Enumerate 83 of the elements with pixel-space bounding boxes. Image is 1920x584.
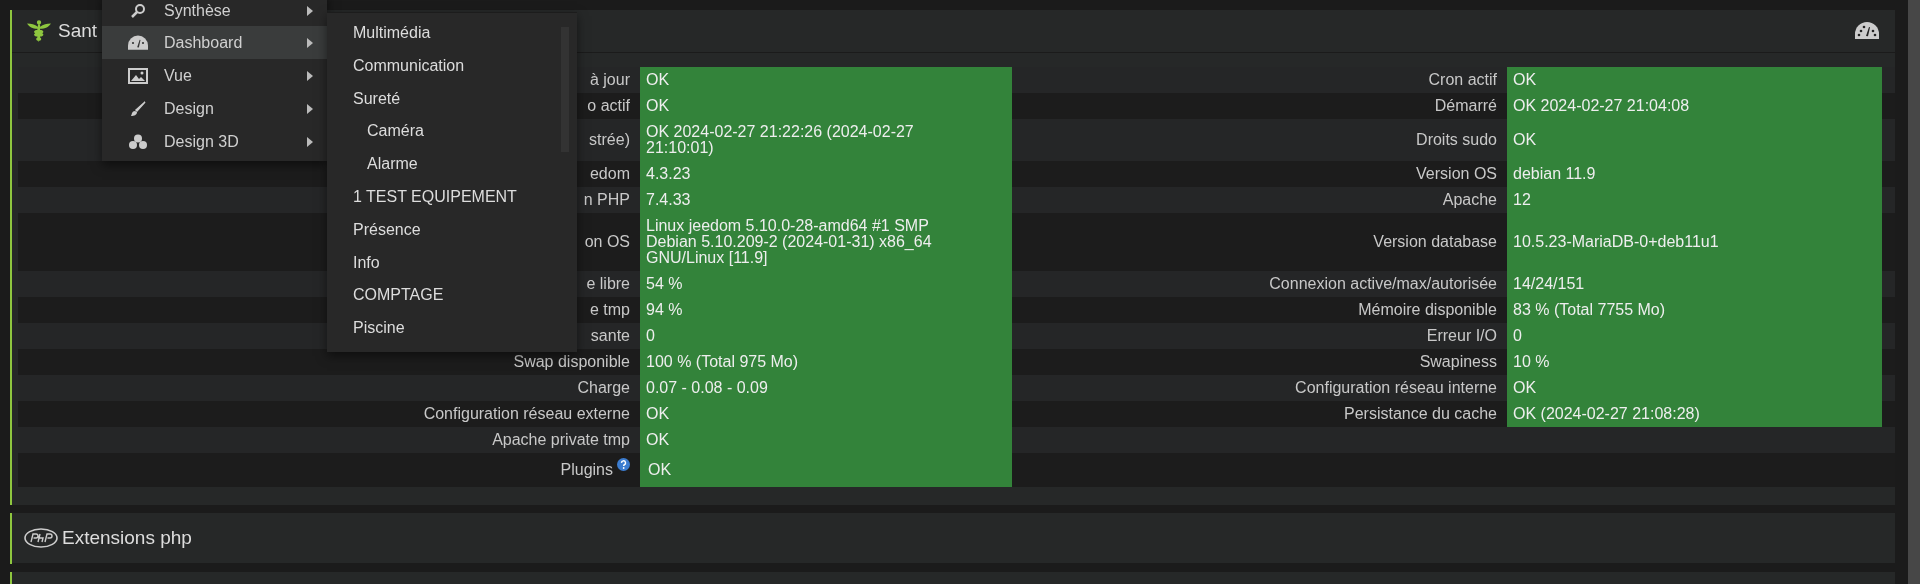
status-value: Linux jeedom 5.10.0-28-amd64 #1 SMP Debian 5.10.209-2 (2024-01-31) x86_64 GNU/Linux [11.9] xyxy=(640,213,1012,271)
row-label: Version OS xyxy=(1416,166,1497,182)
brush-icon xyxy=(128,100,148,117)
status-value: OK xyxy=(1507,67,1882,93)
row-label: à jour xyxy=(589,72,630,88)
status-value: 10 % xyxy=(1507,349,1882,375)
row-label: Charge xyxy=(577,380,630,396)
menu-item[interactable]: Vue xyxy=(102,59,327,92)
php-icon xyxy=(24,528,58,548)
row-label: Erreur I/O xyxy=(1426,328,1497,344)
status-value: OK xyxy=(640,427,1012,453)
row-label: Apache private tmp xyxy=(492,432,630,448)
row-label: Persistance du cache xyxy=(1344,406,1497,422)
row-label: Plugins xyxy=(560,462,613,478)
status-value: 7.4.33 xyxy=(640,187,1012,213)
status-value: 83 % (Total 7755 Mo) xyxy=(1507,297,1882,323)
submenu-item[interactable]: Multimédia xyxy=(327,17,577,50)
row-label: Droits sudo xyxy=(1416,132,1497,148)
submenu-item[interactable]: 1 TEST EQUIPEMENT xyxy=(327,181,577,214)
submenu-item[interactable]: Piscine xyxy=(327,312,577,345)
caret-icon xyxy=(307,103,313,114)
cubes-icon xyxy=(128,133,148,150)
submenu-item[interactable]: Caméra xyxy=(327,115,577,149)
menu-item[interactable]: Synthèse xyxy=(102,0,327,26)
status-value: 4.3.23 xyxy=(640,161,1012,187)
status-value: OK 2024-02-27 21:04:08 xyxy=(1507,93,1882,119)
row-label: Connexion active/max/autorisée xyxy=(1269,276,1497,292)
status-value: 0 xyxy=(640,323,1012,349)
status-value: 0 xyxy=(1507,323,1882,349)
row-label: Swap disponible xyxy=(513,354,630,370)
submenu-item[interactable]: Présence xyxy=(327,213,577,247)
status-value: OK xyxy=(1507,375,1882,401)
row-label: Mémoire disponible xyxy=(1358,302,1497,318)
gauge-icon[interactable] xyxy=(1855,22,1879,40)
status-value: 14/24/151 xyxy=(1507,271,1882,297)
status-value: 100 % (Total 975 Mo) xyxy=(640,349,1012,375)
menu-item[interactable]: Design 3D xyxy=(102,125,327,158)
row-label: e tmp xyxy=(590,302,630,318)
row-label: Configuration réseau externe xyxy=(423,406,630,422)
submenu-item[interactable]: Info xyxy=(327,246,577,280)
row-label: sante xyxy=(590,328,630,344)
row-label: Cron actif xyxy=(1428,72,1497,88)
scrollbar[interactable] xyxy=(1908,0,1920,584)
status-value: OK xyxy=(1507,119,1882,161)
status-value: debian 11.9 xyxy=(1507,161,1882,187)
help-icon[interactable] xyxy=(617,458,630,471)
row-label: strée) xyxy=(589,132,630,148)
panel-title: Sant xyxy=(58,20,98,42)
row-label: o actif xyxy=(587,98,630,114)
status-value: 94 % xyxy=(640,297,1012,323)
row-label: Version database xyxy=(1373,234,1497,250)
row-label: e libre xyxy=(586,276,630,292)
caret-icon xyxy=(307,6,313,16)
submenu-item[interactable]: COMPTAGE xyxy=(327,279,577,313)
row-label: Démarré xyxy=(1434,98,1497,114)
gauge-icon xyxy=(128,34,148,51)
caret-icon xyxy=(307,70,313,81)
caduceus-icon xyxy=(26,18,52,44)
row-label: Swapiness xyxy=(1419,354,1497,370)
row-label: on OS xyxy=(584,234,630,250)
caret-icon xyxy=(307,37,313,48)
status-value: 12 xyxy=(1507,187,1882,213)
caret-icon xyxy=(307,136,313,147)
status-value: OK (2024-02-27 21:08:28) xyxy=(1507,401,1882,427)
status-value: 54 % xyxy=(640,271,1012,297)
status-value: 0.07 - 0.08 - 0.09 xyxy=(640,375,1012,401)
menu-item[interactable]: Dashboard xyxy=(102,26,327,59)
status-value: OK 2024-02-27 21:22:26 (2024-02-27 21:10:01) xyxy=(640,119,1012,161)
row-label: n PHP xyxy=(583,192,630,208)
submenu-item[interactable]: Alarme xyxy=(327,148,577,181)
status-value: 10.5.23-MariaDB-0+deb11u1 xyxy=(1507,213,1882,271)
status-value: OK xyxy=(640,67,1012,93)
status-value: OK xyxy=(640,401,1012,427)
status-value: OK xyxy=(640,93,1012,119)
status-value: OK xyxy=(640,453,1012,487)
image-icon xyxy=(128,67,148,84)
menu-item[interactable]: Design xyxy=(102,92,327,125)
row-label: Configuration réseau interne xyxy=(1295,380,1497,396)
row-label: Apache xyxy=(1442,192,1497,208)
submenu-item[interactable]: Sureté xyxy=(327,82,577,116)
panel-title: Extensions php xyxy=(62,527,192,549)
row-label: edom xyxy=(589,166,630,182)
submenu-item[interactable]: Communication xyxy=(327,49,577,83)
